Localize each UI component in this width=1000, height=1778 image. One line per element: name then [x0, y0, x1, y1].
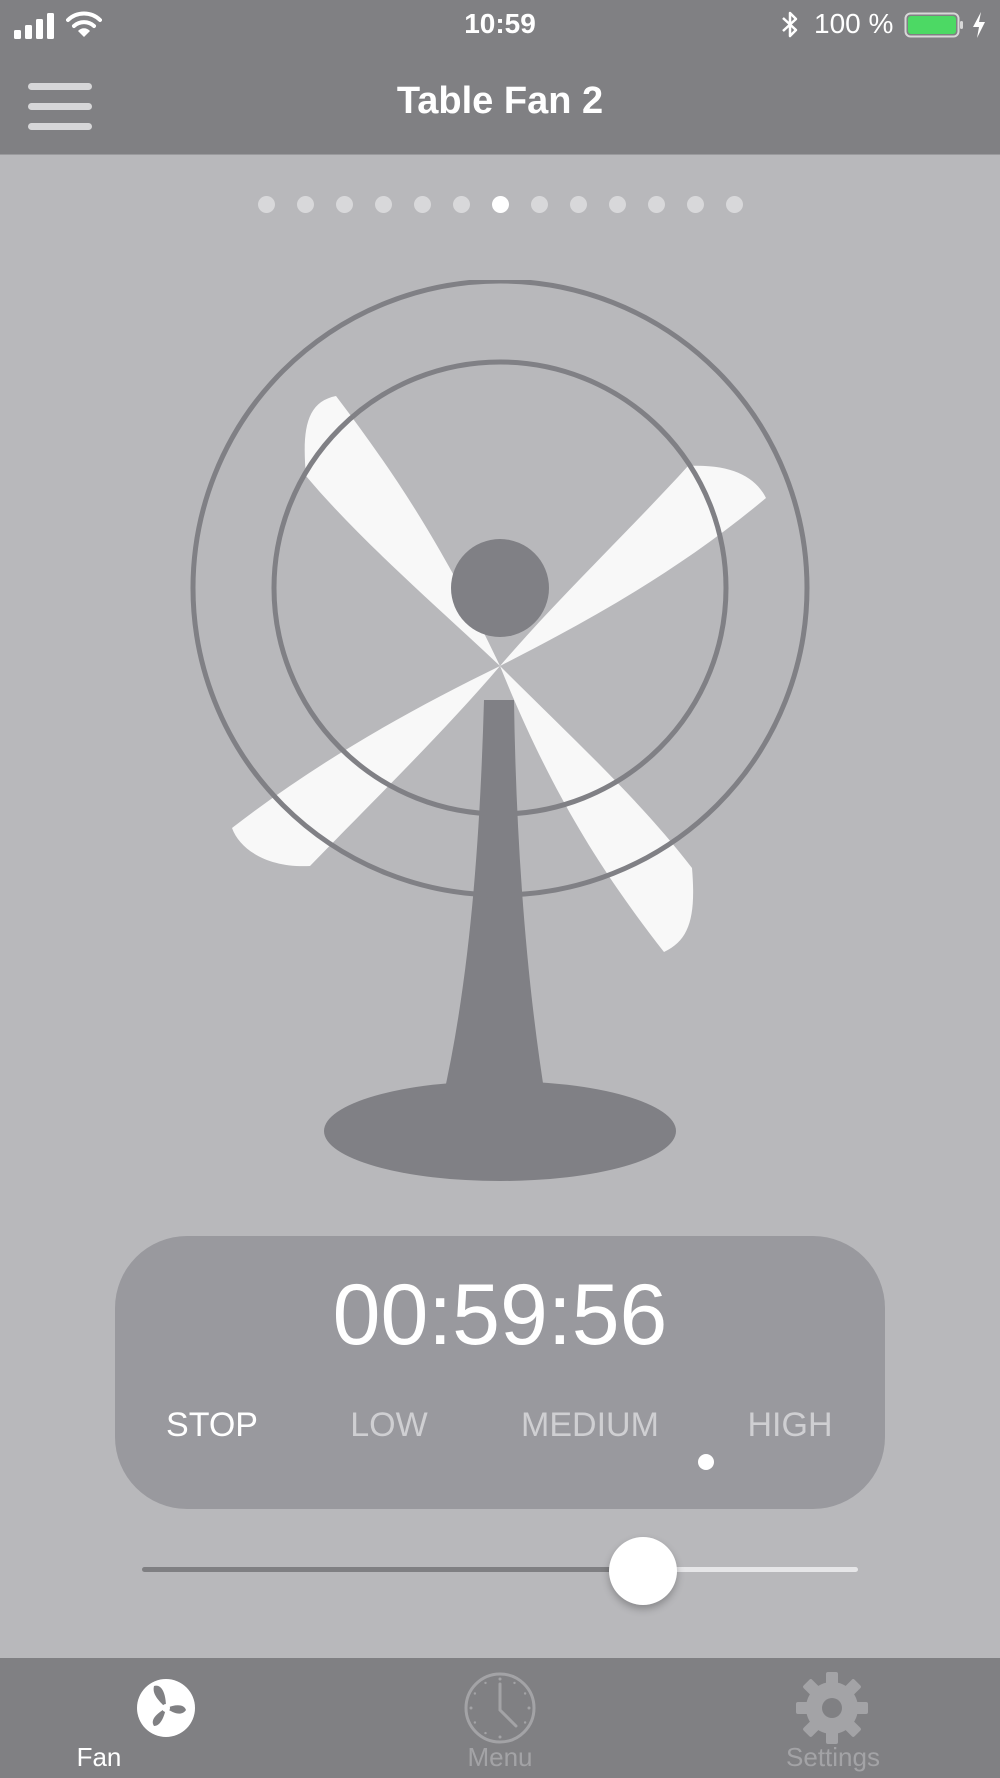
speed-slider[interactable]: [142, 1537, 858, 1605]
page-dot[interactable]: [413, 196, 431, 213]
speed-option-medium[interactable]: MEDIUM: [490, 1406, 690, 1445]
speed-option-high[interactable]: HIGH: [690, 1406, 890, 1445]
fan-stand: [442, 700, 546, 1102]
page-dot[interactable]: [491, 196, 509, 213]
table-fan-illustration: [190, 280, 810, 1181]
speed-option-stop[interactable]: STOP: [112, 1406, 312, 1445]
page-dot[interactable]: [608, 196, 626, 213]
page-dot[interactable]: [374, 196, 392, 213]
tab-label-settings: Settings: [786, 1742, 880, 1772]
page-dot[interactable]: [257, 196, 275, 213]
fan-hub: [451, 539, 549, 637]
page-dot[interactable]: [647, 196, 665, 213]
battery-percent: 100 %: [814, 8, 894, 39]
page-dot[interactable]: [686, 196, 704, 213]
bluetooth-icon: [782, 11, 798, 38]
slider-track-filled: [142, 1567, 643, 1572]
battery-icon: [904, 12, 963, 38]
tab-label-menu: Menu: [467, 1742, 533, 1772]
nav-bar: Table Fan 2: [0, 50, 1000, 155]
page-dot[interactable]: [296, 196, 314, 213]
tab-bar: Fan Menu Settings: [0, 1658, 1000, 1778]
charging-bolt-icon: [973, 12, 985, 38]
gear-icon: [796, 1672, 868, 1744]
clock-icon: [464, 1672, 536, 1744]
page-dot[interactable]: [569, 196, 587, 213]
timer-display: 00:59:56: [332, 1267, 668, 1363]
page-title: Table Fan 2: [396, 80, 604, 122]
page-dot[interactable]: [530, 196, 548, 213]
fan-icon: [137, 1679, 195, 1737]
speed-selector[interactable]: STOP LOW MEDIUM HIGH: [115, 1406, 885, 1456]
page-indicator[interactable]: [0, 196, 1000, 216]
speed-selected-indicator: [698, 1454, 714, 1470]
hamburger-icon-line: [28, 123, 92, 130]
tab-menu[interactable]: Menu: [333, 1658, 667, 1778]
slider-thumb[interactable]: [609, 1537, 677, 1605]
tab-settings[interactable]: Settings: [666, 1658, 1000, 1778]
page-dot[interactable]: [725, 196, 743, 213]
tab-label-fan: Fan: [76, 1742, 122, 1772]
speed-option-low[interactable]: LOW: [289, 1406, 489, 1445]
timer-panel: 00:59:56 STOP LOW MEDIUM HIGH: [115, 1236, 885, 1509]
page-dot[interactable]: [452, 196, 470, 213]
status-bar: 10:59 100 %: [0, 0, 1000, 50]
page-dot[interactable]: [335, 196, 353, 213]
tab-fan[interactable]: Fan: [0, 1658, 334, 1778]
